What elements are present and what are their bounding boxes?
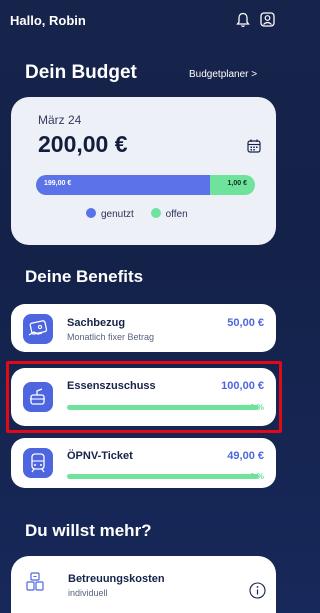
budget-amount: 200,00 € — [38, 131, 128, 157]
budget-usage-bar: 199,00 € 1,00 € — [36, 175, 255, 195]
budget-card: März 24 200,00 € 199,00 € 1,00 € genutzt… — [11, 97, 276, 245]
more-card-betreuungskosten[interactable]: Betreuungskosten individuell — [11, 556, 276, 613]
budget-used-label: 199,00 € — [44, 180, 72, 187]
benefit-name: Sachbezug — [67, 317, 126, 329]
train-icon — [23, 448, 53, 478]
benefits-title: Deine Benefits — [25, 267, 144, 286]
legend-used-dot — [86, 208, 96, 218]
benefit-value: 49,00 € — [227, 450, 264, 462]
benefit-progress-label: 0 % — [250, 472, 264, 481]
budget-legend: genutzt offen — [86, 208, 202, 220]
benefit-progress-bar — [67, 474, 259, 479]
budget-title: Dein Budget — [25, 62, 137, 83]
budget-open-label: 1,00 € — [227, 180, 247, 187]
benefit-name: ÖPNV-Ticket — [67, 450, 133, 462]
budget-planner-link[interactable]: Budgetplaner > — [189, 69, 257, 80]
profile-icon[interactable] — [260, 12, 275, 27]
budget-month: März 24 — [38, 113, 82, 127]
legend-open-dot — [150, 208, 161, 218]
benefit-card-oepnv[interactable]: ÖPNV-Ticket 49,00 € 0 % — [11, 438, 276, 488]
more-item-name: Betreuungskosten — [68, 573, 165, 585]
benefit-value: 50,00 € — [227, 317, 264, 329]
childcare-icon — [26, 572, 44, 591]
legend-open-label: offen — [165, 209, 188, 220]
benefit-subtitle: Monatlich fixer Betrag — [67, 332, 155, 342]
selection-highlight — [6, 361, 282, 433]
benefit-card-sachbezug[interactable]: Sachbezug Monatlich fixer Betrag 50,00 € — [11, 304, 276, 352]
bell-icon[interactable] — [236, 12, 250, 28]
info-icon[interactable] — [249, 582, 266, 599]
legend-open: offen — [150, 208, 188, 220]
calendar-icon[interactable] — [247, 139, 261, 153]
legend-used-label: genutzt — [101, 209, 134, 220]
legend-used: genutzt — [86, 208, 134, 220]
more-title: Du willst mehr? — [25, 521, 152, 540]
voucher-icon — [23, 314, 53, 344]
greeting: Hallo, Robin — [10, 13, 86, 28]
more-item-subtitle: individuell — [68, 588, 108, 598]
top-bar: Hallo, Robin — [0, 0, 285, 40]
